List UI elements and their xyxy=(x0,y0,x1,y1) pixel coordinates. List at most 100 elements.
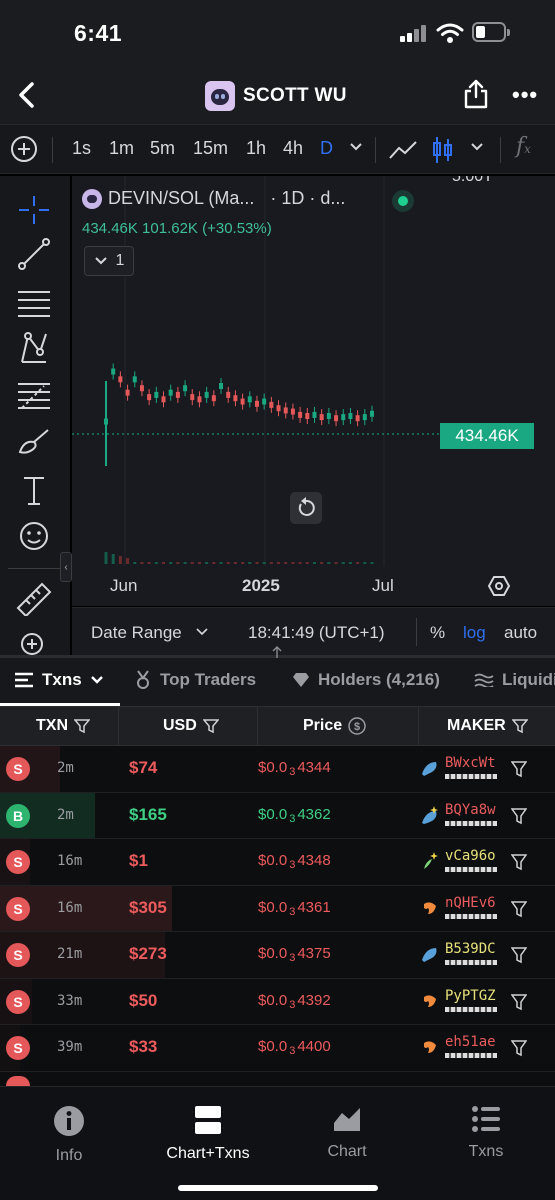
back-arrow-icon[interactable] xyxy=(14,80,40,110)
nav-chart-txns[interactable]: Chart+Txns xyxy=(153,1105,263,1163)
indicator-toggle[interactable]: 1 xyxy=(84,246,134,276)
chart-legend[interactable]: DEVIN/SOL (Ma... · 1D · d... xyxy=(82,188,345,209)
maker-address[interactable]: BWxcWt xyxy=(445,755,496,771)
candle-body xyxy=(276,405,281,412)
timeframe-15m[interactable]: 15m xyxy=(193,138,228,159)
emoji-icon[interactable] xyxy=(14,518,54,554)
indicator-count: 1 xyxy=(115,252,125,269)
filter-icon[interactable] xyxy=(511,853,527,871)
price-prefix: $0.0 xyxy=(258,852,288,869)
trend-line-icon[interactable] xyxy=(14,236,54,272)
timeframe-1s[interactable]: 1s xyxy=(72,138,91,159)
tab-txns[interactable]: Txns xyxy=(14,670,104,690)
nav-txns[interactable]: Txns xyxy=(431,1105,541,1161)
status-bar: 6:41 xyxy=(0,0,555,68)
nav-info[interactable]: Info xyxy=(14,1105,124,1165)
dolphin-icon xyxy=(422,948,437,962)
volume-bar xyxy=(190,562,194,564)
log-toggle[interactable]: log xyxy=(463,623,486,643)
table-row[interactable]: S 33m $50 $0.0 3 4392 PyPTGZ xyxy=(0,978,555,1025)
filter-icon[interactable] xyxy=(511,760,527,778)
timeframe-1m[interactable]: 1m xyxy=(109,138,134,159)
filter-icon[interactable] xyxy=(511,1039,527,1057)
clock-readout[interactable]: 18:41:49 (UTC+1) xyxy=(248,623,385,643)
nav-chart[interactable]: Chart xyxy=(292,1105,402,1161)
filter-icon[interactable] xyxy=(511,993,527,1011)
chart-settings-icon[interactable] xyxy=(487,574,511,598)
maker-address[interactable]: B539DC xyxy=(445,941,496,957)
tab-holders[interactable]: Holders (4,216) xyxy=(292,670,440,690)
crosshair-icon[interactable] xyxy=(14,192,54,228)
candle-body xyxy=(283,407,288,414)
date-range-chevron-icon[interactable] xyxy=(196,628,208,636)
add-indicator-icon[interactable] xyxy=(11,136,37,162)
txn-age: 2m xyxy=(57,806,74,823)
chart-type-chevron-down-icon[interactable] xyxy=(470,142,484,152)
col-maker[interactable]: MAKER xyxy=(447,717,528,735)
table-row[interactable]: S 21m $273 $0.0 3 4375 B539DC xyxy=(0,932,555,979)
txn-price: $0.0 3 4375 xyxy=(258,945,331,964)
brush-icon[interactable] xyxy=(14,424,54,460)
maker-address[interactable]: eh51ae xyxy=(445,1034,496,1050)
volume-bar xyxy=(169,562,173,564)
filter-icon[interactable] xyxy=(74,718,90,734)
date-range-button[interactable]: Date Range xyxy=(91,623,182,643)
ruler-icon[interactable] xyxy=(14,580,54,616)
table-row[interactable]: S 2m $74 $0.0 3 4344 BWxcWt xyxy=(0,746,555,793)
currency-toggle-icon[interactable]: $ xyxy=(348,717,366,735)
line-chart-icon[interactable] xyxy=(388,138,418,162)
horizontal-lines-icon[interactable] xyxy=(14,284,54,320)
col-price[interactable]: Price $ xyxy=(303,717,366,735)
page-title: SCOTT WU xyxy=(243,85,347,106)
filter-icon[interactable] xyxy=(511,946,527,964)
fib-retracement-icon[interactable] xyxy=(14,378,54,414)
pair-label: DEVIN/SOL (Ma... xyxy=(108,188,255,208)
timeframe-chevron-down-icon[interactable] xyxy=(349,142,363,152)
price-chart[interactable]: DEVIN/SOL (Ma... · 1D · d... 5.00T 434.4… xyxy=(72,176,555,566)
col-txn[interactable]: TXN xyxy=(36,717,90,735)
maker-address[interactable]: nQHEv6 xyxy=(445,895,496,911)
timeframe-d[interactable]: D xyxy=(320,138,333,159)
collapse-tools-handle[interactable]: ‹ xyxy=(60,552,72,582)
timeframe-4h[interactable]: 4h xyxy=(283,138,303,159)
candle-body xyxy=(233,395,238,402)
table-row[interactable]: S 39m $33 $0.0 3 4400 eh51ae xyxy=(0,1025,555,1072)
price-zero-count: 3 xyxy=(289,998,296,1011)
more-menu-icon[interactable]: ••• xyxy=(512,82,538,108)
chart-toolbar: 1s 1m 5m 15m 1h 4h D fx xyxy=(0,124,555,174)
maker-address[interactable]: PyPTGZ xyxy=(445,988,496,1004)
auto-toggle[interactable]: auto xyxy=(504,623,537,643)
filter-icon[interactable] xyxy=(202,718,219,734)
tab-top-traders[interactable]: Top Traders xyxy=(134,670,256,690)
function-icon[interactable]: fx xyxy=(516,134,531,159)
maker-holding-bar xyxy=(445,1053,497,1058)
filter-icon[interactable] xyxy=(511,718,528,734)
txn-age: 39m xyxy=(57,1039,83,1055)
maker-address[interactable]: BQYa8w xyxy=(445,802,496,818)
candlestick-icon[interactable] xyxy=(432,135,454,165)
candle-body xyxy=(334,415,339,422)
volume-bar xyxy=(226,562,230,564)
table-row[interactable]: S 16m $1 $0.0 3 4348 vCa96o xyxy=(0,839,555,886)
side-badge: S xyxy=(6,1036,30,1060)
share-icon[interactable] xyxy=(462,78,490,110)
candle-body xyxy=(312,411,317,418)
reset-icon xyxy=(298,497,315,516)
col-maker-label: MAKER xyxy=(447,717,506,734)
tab-liquidity[interactable]: Liquidity xyxy=(474,670,555,690)
pattern-icon[interactable] xyxy=(14,330,54,366)
table-row[interactable]: S 16m $305 $0.0 3 4361 nQHEv6 xyxy=(0,885,555,932)
timeframe-1h[interactable]: 1h xyxy=(246,138,266,159)
col-usd[interactable]: USD xyxy=(163,717,219,735)
table-row[interactable]: B 2m $165 $0.0 3 4362 BQYa8w xyxy=(0,792,555,839)
filter-icon[interactable] xyxy=(511,807,527,825)
timeframe-5m[interactable]: 5m xyxy=(150,138,175,159)
ohlc-readout: 434.46K 101.62K (+30.53%) xyxy=(82,220,272,237)
text-icon[interactable] xyxy=(14,472,54,508)
axis-label-jul: Jul xyxy=(372,576,394,595)
reset-chart-button[interactable] xyxy=(290,492,322,524)
filter-icon[interactable] xyxy=(511,900,527,918)
price-zero-count: 3 xyxy=(289,905,296,918)
percent-toggle[interactable]: % xyxy=(430,623,445,643)
maker-address[interactable]: vCa96o xyxy=(445,848,496,864)
